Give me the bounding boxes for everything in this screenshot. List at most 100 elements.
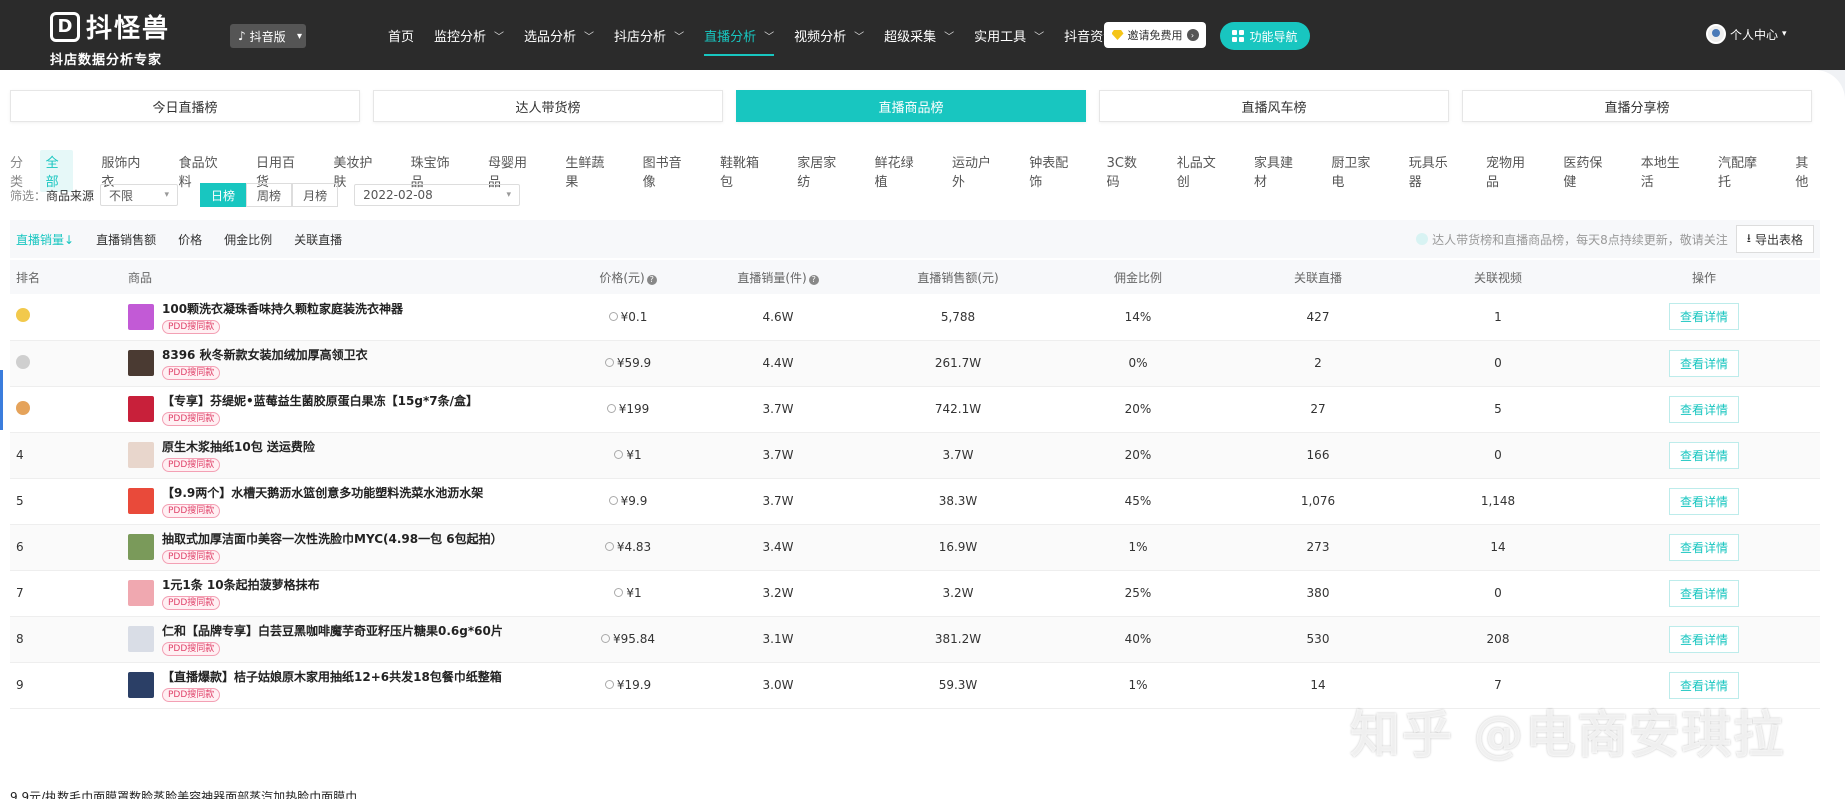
- product-thumbnail[interactable]: [128, 534, 154, 560]
- product-thumbnail[interactable]: [128, 396, 154, 422]
- nav-item-1[interactable]: 监控分析 ﹀: [434, 0, 504, 70]
- product-thumbnail[interactable]: [128, 580, 154, 606]
- category-item-9[interactable]: 鞋靴箱包: [714, 150, 769, 192]
- category-item-13[interactable]: 钟表配饰: [1023, 150, 1078, 192]
- rank-cell: [10, 294, 128, 340]
- category-item-11[interactable]: 鲜花绿植: [869, 150, 924, 192]
- sort-option-2[interactable]: 价格: [178, 231, 202, 248]
- view-detail-button[interactable]: 查看详情: [1668, 395, 1739, 423]
- logo[interactable]: D 抖怪兽 抖店数据分析专家: [50, 8, 170, 68]
- sort-option-3[interactable]: 佣金比例: [224, 231, 272, 248]
- nav-item-4[interactable]: 直播分析 ﹀: [704, 0, 775, 70]
- category-item-14[interactable]: 3C数码: [1101, 150, 1149, 192]
- notice-text: 达人带货榜和直播商品榜，每天8点持续更新，敬请关注: [1432, 232, 1728, 247]
- view-detail-button[interactable]: 查看详情: [1668, 487, 1739, 515]
- column-header-label: 关联视频: [1473, 270, 1522, 285]
- product-thumbnail[interactable]: [128, 626, 154, 652]
- rank-cell: [10, 340, 128, 386]
- product-thumbnail[interactable]: [128, 672, 154, 698]
- product-name[interactable]: 1元1条 10条起拍菠萝格抹布: [162, 576, 320, 593]
- sort-option-4[interactable]: 关联直播: [294, 231, 342, 248]
- category-item-20[interactable]: 医药保健: [1557, 150, 1612, 192]
- category-item-12[interactable]: 运动户外: [946, 150, 1001, 192]
- tab-1[interactable]: 达人带货榜: [373, 90, 723, 122]
- coin-icon: [608, 311, 618, 321]
- chevron-down-icon: ▾: [296, 30, 302, 42]
- coin-icon: [614, 450, 624, 459]
- product-info: 仁和【品牌专享】白芸豆黑咖啡魔芋奇亚籽压片糖果0.6g*60片 PDD搜同款: [128, 622, 568, 656]
- product-name[interactable]: 原生木浆抽纸10包 送运费险: [162, 438, 315, 455]
- help-icon[interactable]: ?: [808, 274, 819, 285]
- view-detail-button[interactable]: 查看详情: [1668, 533, 1739, 561]
- date-picker[interactable]: 2022-02-08 ▾: [354, 184, 521, 206]
- nav-item-2[interactable]: 选品分析 ﹀: [524, 0, 594, 70]
- view-detail-button[interactable]: 查看详情: [1668, 441, 1739, 469]
- product-cell: 抽取式加厚洁面巾美容一次性洗脸巾MYC(4.98一包 6包起拍） PDD搜同款: [128, 524, 568, 570]
- product-name[interactable]: 仁和【品牌专享】白芸豆黑咖啡魔芋奇亚籽压片糖果0.6g*60片: [162, 622, 503, 639]
- category-item-18[interactable]: 玩具乐器: [1403, 150, 1458, 192]
- category-item-16[interactable]: 家具建材: [1248, 150, 1303, 192]
- function-guide-button[interactable]: 功能导航: [1220, 22, 1310, 50]
- tab-2[interactable]: 直播商品榜: [736, 90, 1086, 122]
- user-center[interactable]: 个人中心 ▾: [1706, 24, 1787, 44]
- pdd-search-badge[interactable]: PDD搜同款: [162, 319, 221, 334]
- nav-item-0[interactable]: 首页: [388, 0, 414, 70]
- tab-3[interactable]: 直播风车榜: [1099, 90, 1449, 122]
- help-icon[interactable]: ?: [646, 274, 657, 285]
- category-item-7[interactable]: 生鲜蔬果: [559, 150, 614, 192]
- tab-4[interactable]: 直播分享榜: [1462, 90, 1812, 122]
- version-select[interactable]: ♪ 抖音版 ▾: [230, 24, 306, 48]
- pdd-search-badge[interactable]: PDD搜同款: [162, 550, 221, 564]
- category-item-17[interactable]: 厨卫家电: [1325, 150, 1380, 192]
- nav-item-6[interactable]: 超级采集 ﹀: [884, 0, 954, 70]
- pdd-search-badge[interactable]: PDD搜同款: [162, 458, 221, 472]
- product-name[interactable]: 抽取式加厚洁面巾美容一次性洗脸巾MYC(4.98一包 6包起拍）: [162, 530, 503, 547]
- category-item-21[interactable]: 本地生活: [1635, 150, 1690, 192]
- category-item-10[interactable]: 家居家纺: [791, 150, 846, 192]
- view-detail-button[interactable]: 查看详情: [1668, 303, 1739, 331]
- coin-icon: [614, 588, 624, 597]
- pdd-search-badge[interactable]: PDD搜同款: [162, 596, 221, 610]
- period-0[interactable]: 日榜: [200, 183, 247, 207]
- pdd-search-badge[interactable]: PDD搜同款: [162, 688, 221, 702]
- price-value: ¥4.83: [616, 540, 652, 554]
- diamond-icon: [1111, 30, 1124, 40]
- product-thumbnail[interactable]: [128, 350, 154, 376]
- table-row: 7 1元1条 10条起拍菠萝格抹布 PDD搜同款 ¥1 3.2W 3.2W 25% 380 0 查…: [10, 570, 1820, 616]
- product-name[interactable]: 【9.9两个】水槽天鹅沥水篮创意多功能塑料洗菜水池沥水架: [162, 484, 483, 501]
- source-select[interactable]: 不限 ▾: [100, 184, 179, 206]
- invite-button[interactable]: 邀请免费用 ›: [1104, 22, 1206, 48]
- product-name[interactable]: 【专享】芬缇妮•蓝莓益生菌胶原蛋白果冻【15g*7条/盒】: [162, 392, 478, 409]
- table-body: 100颗洗衣凝珠香味持久颗粒家庭装洗衣神器 PDD搜同款 ¥0.1 4.6W 5,788…: [10, 294, 1820, 708]
- pdd-search-badge[interactable]: PDD搜同款: [162, 642, 221, 656]
- table-row: 8 仁和【品牌专享】白芸豆黑咖啡魔芋奇亚籽压片糖果0.6g*60片 PDD搜同款 ¥9…: [10, 616, 1820, 662]
- period-1[interactable]: 周榜: [246, 183, 293, 207]
- category-item-8[interactable]: 图书音像: [637, 150, 692, 192]
- view-detail-button[interactable]: 查看详情: [1668, 625, 1739, 653]
- product-name[interactable]: 【直播爆款】桔子姑娘原木家用抽纸12+6共发18包餐巾纸整箱: [162, 668, 502, 685]
- category-item-23[interactable]: 其他: [1789, 150, 1823, 192]
- product-thumbnail[interactable]: [128, 488, 154, 514]
- price-value: ¥59.9: [616, 356, 652, 370]
- product-name[interactable]: 8396 秋冬新款女装加绒加厚高领卫衣: [162, 346, 368, 363]
- category-item-15[interactable]: 礼品文创: [1171, 150, 1226, 192]
- sort-option-0[interactable]: 直播销量↓: [16, 231, 74, 248]
- sort-option-1[interactable]: 直播销售额: [96, 231, 156, 248]
- view-detail-button[interactable]: 查看详情: [1668, 579, 1739, 607]
- nav-item-5[interactable]: 视频分析 ﹀: [794, 0, 864, 70]
- tab-0[interactable]: 今日直播榜: [10, 90, 360, 122]
- category-item-22[interactable]: 汽配摩托: [1712, 150, 1767, 192]
- pdd-search-badge[interactable]: PDD搜同款: [162, 366, 221, 380]
- nav-item-7[interactable]: 实用工具 ﹀: [974, 0, 1044, 70]
- export-button[interactable]: ⭳ 导出表格: [1735, 225, 1814, 253]
- pdd-search-badge[interactable]: PDD搜同款: [162, 412, 221, 426]
- commission-cell: 40%: [1124, 632, 1152, 646]
- product-name[interactable]: 100颗洗衣凝珠香味持久颗粒家庭装洗衣神器: [162, 300, 403, 317]
- category-item-19[interactable]: 宠物用品: [1480, 150, 1535, 192]
- product-thumbnail[interactable]: [128, 442, 154, 468]
- nav-item-3[interactable]: 抖店分析 ﹀: [614, 0, 684, 70]
- product-thumbnail[interactable]: [128, 303, 154, 330]
- view-detail-button[interactable]: 查看详情: [1668, 349, 1739, 377]
- pdd-search-badge[interactable]: PDD搜同款: [162, 504, 221, 518]
- period-2[interactable]: 月榜: [292, 183, 339, 207]
